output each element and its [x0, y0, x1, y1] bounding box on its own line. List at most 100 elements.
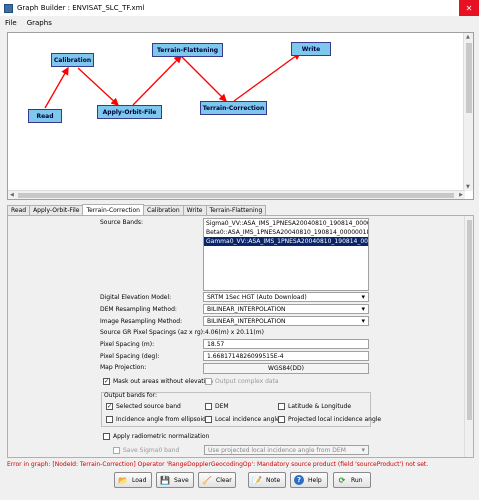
checkbox-label: DEM — [215, 403, 229, 410]
dem-resampling-label: DEM Resampling Method: — [100, 306, 177, 313]
help-button[interactable]: ? Help — [290, 472, 328, 488]
button-label: Note — [266, 476, 281, 484]
scroll-thumb[interactable] — [466, 43, 472, 113]
graph-node-terrain-correction[interactable]: Terrain-Correction — [200, 101, 267, 115]
output-bands-group: Output bands for: ✓ Selected source band… — [101, 392, 381, 427]
checkbox-box[interactable] — [205, 403, 212, 410]
local-incidence-checkbox[interactable]: Local incidence angle — [205, 416, 280, 423]
button-label: Save — [174, 476, 189, 484]
list-item[interactable]: Sigma0_VV::ASA_IMS_1PNESA20040810_190814… — [204, 219, 368, 228]
tab-terrain-correction[interactable]: Terrain-Correction — [82, 204, 144, 215]
checkbox-label: Incidence angle from ellipsoid — [116, 416, 206, 423]
lat-long-checkbox[interactable]: Latitude & Longitude — [278, 403, 351, 410]
window-title: Graph Builder : ENVISAT_SLC_TF.xml — [17, 4, 145, 12]
graph-node-terrain-flattening[interactable]: Terrain-Flattening — [152, 43, 223, 57]
sigma0-incidence-select[interactable]: Use projected local incidence angle from… — [204, 445, 369, 455]
edge-terrain-correction-write — [233, 52, 302, 102]
source-pixel-spacing-value: 4.06(m) x 20.11(m) — [205, 329, 264, 336]
output-complex-checkbox[interactable]: Output complex data — [205, 378, 279, 385]
graph-node-write[interactable]: Write — [291, 42, 331, 56]
checkbox-label: Projected local incidence angle — [288, 416, 382, 423]
menu-file[interactable]: File — [0, 19, 22, 27]
graph-node-read[interactable]: Read — [28, 109, 62, 123]
checkbox-label: Mask out areas without elevation — [113, 378, 213, 385]
operator-tabs: Read Apply-Orbit-File Terrain-Correction… — [7, 204, 267, 215]
checkbox-box[interactable] — [113, 447, 120, 454]
output-bands-label: Output bands for: — [104, 392, 158, 399]
pixel-spacing-deg-input[interactable]: 1.6681714826099515E-4 — [203, 351, 369, 361]
checkbox-box[interactable]: ✓ — [103, 378, 110, 385]
checkbox-box[interactable]: ✓ — [106, 403, 113, 410]
save-sigma0-checkbox[interactable]: Save Sigma0 band — [113, 447, 179, 454]
help-icon: ? — [294, 475, 304, 485]
tab-apply-orbit-file[interactable]: Apply-Orbit-File — [29, 205, 84, 215]
scroll-right-arrow-icon[interactable]: ▶ — [459, 192, 463, 198]
source-bands-list[interactable]: Sigma0_VV::ASA_IMS_1PNESA20040810_190814… — [203, 218, 369, 291]
graph-horizontal-scrollbar[interactable]: ◀ ▶ — [8, 190, 465, 199]
dem-band-checkbox[interactable]: DEM — [205, 403, 229, 410]
run-icon: ⟳ — [338, 475, 346, 485]
checkbox-box[interactable] — [205, 416, 212, 423]
checkbox-box[interactable] — [205, 378, 212, 385]
graph-vertical-scrollbar[interactable]: ▲ ▼ — [463, 33, 473, 191]
button-label: Load — [132, 476, 147, 484]
tab-read[interactable]: Read — [7, 205, 31, 215]
menu-graphs[interactable]: Graphs — [22, 19, 57, 27]
mask-out-checkbox[interactable]: ✓ Mask out areas without elevation — [103, 378, 213, 385]
folder-icon: 📂 — [118, 475, 128, 485]
list-item[interactable]: Beta0::ASA_IMS_1PNESA20040810_190814_000… — [204, 228, 368, 237]
close-button[interactable]: ✕ — [459, 0, 479, 16]
dem-label: Digital Elevation Model: — [100, 294, 172, 301]
checkbox-label: Latitude & Longitude — [288, 403, 352, 410]
floppy-disk-icon: 💾 — [160, 475, 170, 485]
map-projection-button[interactable]: WGS84(DD) — [203, 363, 369, 374]
load-button[interactable]: 📂 Load — [114, 472, 152, 488]
run-button[interactable]: ⟳ Run — [333, 472, 371, 488]
scroll-down-arrow-icon[interactable]: ▼ — [466, 184, 470, 190]
checkbox-box[interactable] — [103, 433, 110, 440]
map-projection-label: Map Projection: — [100, 364, 147, 371]
edge-read-calibration — [44, 66, 69, 109]
clear-button[interactable]: 🧹 Clear — [198, 472, 236, 488]
button-label: Run — [351, 476, 363, 484]
pixel-spacing-m-label: Pixel Spacing (m): — [100, 341, 155, 348]
dem-select[interactable]: SRTM 1Sec HGT (Auto Download) — [203, 292, 369, 302]
error-message: Error in graph: [NodeId: Terrain-Correct… — [7, 461, 429, 468]
save-button[interactable]: 💾 Save — [156, 472, 194, 488]
scroll-up-arrow-icon[interactable]: ▲ — [466, 34, 470, 40]
checkbox-label: Local incidence angle — [215, 416, 280, 423]
checkbox-label: Save Sigma0 band — [123, 447, 180, 454]
terrain-correction-panel: Source Bands: Sigma0_VV::ASA_IMS_1PNESA2… — [7, 215, 474, 458]
list-item[interactable]: Gamma0_VV::ASA_IMS_1PNESA20040810_190814… — [204, 237, 368, 246]
edge-calibration-apply-orbit — [77, 67, 119, 106]
checkbox-label: Output complex data — [215, 378, 279, 385]
note-button[interactable]: 📝 Note — [248, 472, 286, 488]
tab-calibration[interactable]: Calibration — [143, 205, 184, 215]
image-resampling-select[interactable]: BILINEAR_INTERPOLATION — [203, 316, 369, 326]
dem-resampling-select[interactable]: BILINEAR_INTERPOLATION — [203, 304, 369, 314]
tab-terrain-flattening[interactable]: Terrain-Flattening — [205, 205, 267, 215]
panel-vertical-scrollbar[interactable] — [464, 216, 473, 457]
scroll-left-arrow-icon[interactable]: ◀ — [10, 192, 14, 198]
edge-apply-orbit-terrain-flattening — [132, 55, 182, 106]
source-bands-label: Source Bands: — [100, 219, 144, 226]
image-resampling-label: Image Resampling Method: — [100, 318, 183, 325]
checkbox-box[interactable] — [278, 416, 285, 423]
checkbox-label: Apply radiometric normalization — [113, 433, 210, 440]
pixel-spacing-m-input[interactable]: 18.57 — [203, 339, 369, 349]
radiometric-normalization-checkbox[interactable]: Apply radiometric normalization — [103, 433, 209, 440]
scroll-thumb[interactable] — [467, 220, 472, 420]
projected-local-incidence-checkbox[interactable]: Projected local incidence angle — [278, 416, 381, 423]
menubar: File Graphs — [0, 16, 479, 29]
checkbox-box[interactable] — [278, 403, 285, 410]
tab-write[interactable]: Write — [182, 205, 207, 215]
window-titlebar: Graph Builder : ENVISAT_SLC_TF.xml ✕ — [0, 0, 479, 16]
graph-node-apply-orbit-file[interactable]: Apply-Orbit-File — [97, 105, 162, 119]
incidence-ellipsoid-checkbox[interactable]: Incidence angle from ellipsoid — [106, 416, 206, 423]
scroll-thumb[interactable] — [18, 193, 454, 198]
checkbox-box[interactable] — [106, 416, 113, 423]
graph-node-calibration[interactable]: Calibration — [51, 53, 94, 67]
graph-canvas[interactable]: Read Calibration Apply-Orbit-File Terrai… — [7, 32, 474, 200]
selected-source-band-checkbox[interactable]: ✓ Selected source band — [106, 403, 181, 410]
button-label: Help — [308, 476, 322, 484]
